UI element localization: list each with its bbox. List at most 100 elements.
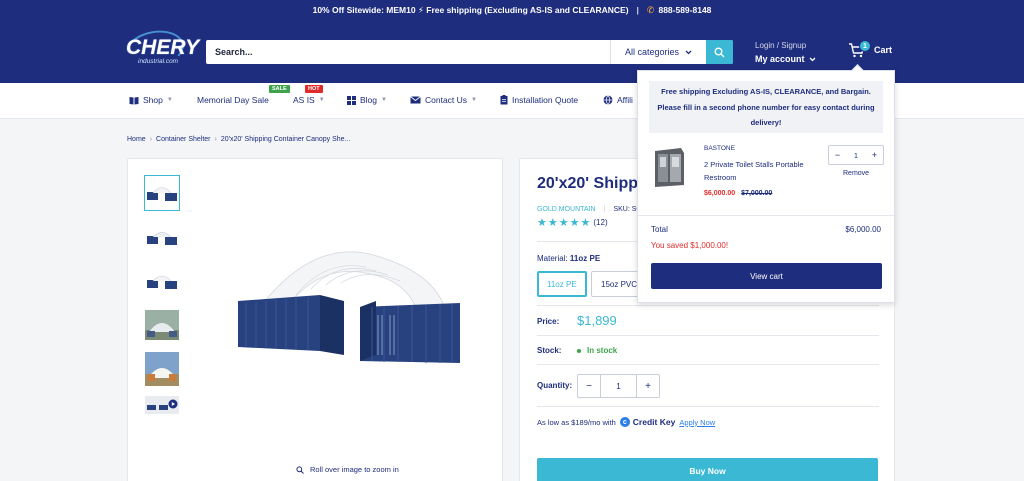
total-value: $6,000.00	[845, 225, 881, 234]
nav-item-affiliate[interactable]: Affili	[603, 95, 633, 105]
increase-quantity-button[interactable]: +	[637, 375, 659, 397]
review-count: (12)	[593, 218, 608, 227]
decrease-quantity-button[interactable]: −	[829, 146, 846, 164]
category-label: All categories	[624, 47, 680, 57]
shelter-photo-image	[145, 352, 179, 386]
gallery-thumbnail[interactable]	[144, 219, 180, 255]
gallery-thumbnail[interactable]	[144, 351, 180, 387]
envelope-icon	[410, 96, 421, 104]
cart-item-image[interactable]	[651, 145, 688, 189]
nav-item-shop[interactable]: Shop ▼	[129, 95, 173, 105]
zoom-hint: Roll over image to zoom in	[296, 465, 399, 474]
savings-text: You saved $1,000.00!	[651, 241, 729, 250]
star-icon: ★	[580, 217, 591, 229]
divider	[537, 335, 879, 336]
site-logo[interactable]: CHERY industrial.com	[123, 26, 199, 72]
cart-item-quantity[interactable]: 1	[846, 146, 866, 164]
nav-label-shop: Shop	[143, 95, 163, 105]
book-icon	[129, 96, 139, 104]
cart-item-vendor: BASTONE	[704, 145, 735, 152]
divider	[537, 364, 879, 365]
chevron-down-icon	[809, 57, 815, 61]
shelter-thumbnail-image	[147, 187, 177, 201]
credit-text: As low as $189/mo with	[537, 417, 616, 427]
zoom-hint-text: Roll over image to zoom in	[310, 465, 399, 474]
sale-tag: SALE	[269, 85, 290, 93]
hot-tag: HOT	[305, 85, 323, 93]
remove-item-link[interactable]: Remove	[843, 170, 869, 177]
star-icon: ★	[537, 217, 547, 229]
nav-item-as-is[interactable]: HOT AS IS ▼	[293, 85, 325, 105]
nav-item-installation-quote[interactable]: Installation Quote	[500, 95, 578, 105]
nav-item-memorial-day-sale[interactable]: SALE Memorial Day Sale	[197, 85, 290, 105]
buy-now-button[interactable]: Buy Now	[537, 458, 878, 481]
search-input[interactable]	[206, 40, 610, 64]
quantity-label: Quantity:	[537, 381, 573, 390]
star-icon: ★	[558, 217, 569, 229]
shelter-thumbnail-image	[147, 275, 177, 289]
cart-item-name[interactable]: 2 Private Toilet Stalls Portable Restroo…	[704, 159, 824, 184]
cart-item-price: $6,000.00 $7,000.00	[704, 190, 772, 197]
vendor-link[interactable]: GOLD MOUNTAIN	[537, 206, 596, 213]
mini-cart-popup: Free shipping Excluding AS-IS, CLEARANCE…	[637, 64, 895, 303]
breadcrumb-home[interactable]: Home	[127, 136, 146, 143]
breadcrumb: Home › Container Shelter › 20'x20' Shipp…	[127, 136, 350, 143]
announcement-phone[interactable]: 888-589-8148	[658, 5, 711, 15]
product-main-image[interactable]	[216, 177, 486, 445]
nav-label-memorial-day-sale: Memorial Day Sale	[197, 95, 269, 105]
credit-key-offer: As low as $189/mo with c Credit Key Appl…	[537, 417, 715, 427]
gallery-thumbnail[interactable]	[144, 307, 180, 343]
search-icon	[714, 47, 725, 57]
increase-quantity-button[interactable]: +	[866, 146, 883, 164]
divider	[537, 406, 879, 407]
quantity-stepper: − 1 +	[577, 374, 660, 398]
cart-item-quantity-stepper: − 1 +	[828, 145, 884, 165]
container-shelter-image	[216, 177, 486, 445]
nav-label-installation-quote: Installation Quote	[512, 95, 579, 105]
magnifier-icon	[296, 465, 304, 474]
category-select[interactable]: All categories	[610, 40, 706, 64]
divider	[638, 215, 894, 216]
chevron-right-icon: ›	[149, 136, 153, 143]
login-signup-link[interactable]: Login / Signup	[755, 41, 816, 50]
chevron-down-icon: ▼	[166, 97, 173, 103]
view-cart-button[interactable]: View cart	[651, 263, 882, 289]
material-option-11oz-pe[interactable]: 11oz PE	[537, 271, 587, 297]
decrease-quantity-button[interactable]: −	[578, 375, 600, 397]
clipboard-icon	[500, 95, 508, 105]
star-icon: ★	[569, 217, 580, 229]
credit-key-icon: c	[619, 417, 630, 427]
gallery-video-thumbnail[interactable]	[144, 395, 180, 415]
rating-stars[interactable]: ★ ★ ★ ★ ★ (12)	[537, 216, 608, 229]
video-thumbnail-image	[145, 396, 179, 414]
product-gallery: Roll over image to zoom in	[127, 158, 503, 481]
search-button[interactable]	[706, 40, 733, 64]
breadcrumb-container-shelter[interactable]: Container Shelter	[156, 136, 210, 143]
credit-key-logo: c Credit Key	[619, 417, 675, 427]
material-value: 11oz PE	[569, 254, 601, 263]
breadcrumb-current: 20'x20' Shipping Container Canopy She...	[220, 136, 351, 143]
logo-text: CHERY	[126, 36, 200, 59]
nav-item-contact-us[interactable]: Contact Us ▼	[410, 95, 477, 105]
chevron-down-icon: ▼	[471, 97, 477, 103]
shipping-notice: Free shipping Excluding AS-IS, CLEARANCE…	[649, 81, 883, 133]
cart-item-sale-price: $6,000.00	[704, 190, 736, 197]
grid-icon	[347, 95, 356, 105]
stock-dot-icon	[577, 348, 581, 353]
nav-label-blog: Blog	[360, 95, 378, 105]
star-icon: ★	[547, 217, 558, 229]
restroom-image	[651, 145, 688, 189]
announcement-bar: 10% Off Sitewide: MEM10 ⚡ Free shipping …	[0, 0, 1024, 20]
logo-subtext: industrial.com	[138, 58, 179, 65]
quantity-input[interactable]: 1	[600, 375, 637, 397]
meta-divider: |	[603, 206, 606, 213]
gallery-thumbnail[interactable]	[144, 263, 180, 299]
account-menu[interactable]: Login / Signup My account	[755, 41, 816, 64]
gallery-thumbnail[interactable]	[144, 175, 180, 211]
apply-now-link[interactable]: Apply Now	[679, 418, 715, 427]
price-label: Price:	[537, 317, 560, 326]
stock-label: Stock:	[537, 346, 562, 355]
nav-item-blog[interactable]: Blog ▼	[347, 95, 387, 105]
cart-button[interactable]: 1 Cart	[848, 40, 892, 58]
nav-label-as-is: AS IS	[293, 95, 315, 105]
